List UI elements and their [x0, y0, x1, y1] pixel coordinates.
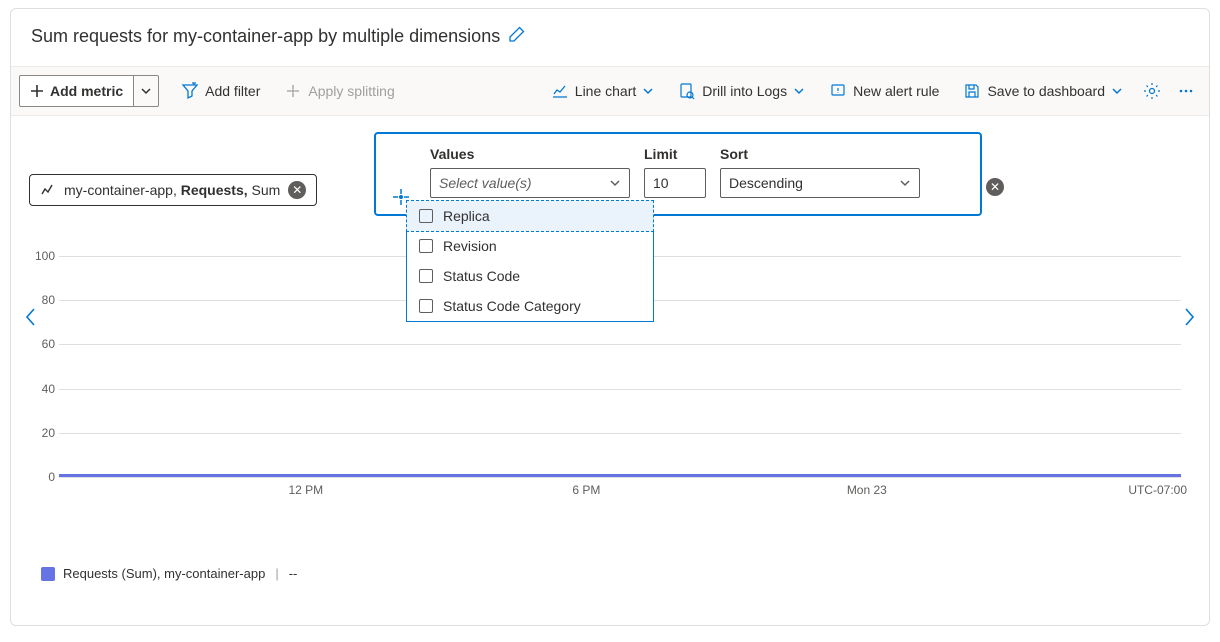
legend: Requests (Sum), my-container-app | -- — [41, 566, 297, 581]
y-tick: 20 — [29, 426, 55, 440]
metric-pill[interactable]: my-container-app, Requests, Sum ✕ — [29, 174, 317, 206]
legend-swatch — [41, 567, 55, 581]
limit-input[interactable] — [644, 168, 706, 198]
more-icon — [1177, 82, 1195, 100]
split-icon — [284, 82, 302, 100]
metric-agg: Sum — [252, 182, 281, 198]
metric-scope: my-container-app, — [64, 182, 177, 198]
series-line — [59, 474, 1181, 477]
drill-logs-button[interactable]: Drill into Logs — [668, 75, 815, 107]
values-option[interactable]: Replica — [406, 200, 654, 232]
legend-series: Requests (Sum), my-container-app — [63, 566, 265, 581]
checkbox-icon — [419, 269, 433, 283]
values-dropdown: Replica Revision Status Code Status Code… — [406, 200, 654, 322]
values-option[interactable]: Status Code — [407, 261, 653, 291]
line-chart-icon — [551, 82, 569, 100]
x-tick: 6 PM — [572, 483, 600, 497]
checkbox-icon — [419, 209, 433, 223]
metrics-card: Sum requests for my-container-app by mul… — [10, 8, 1210, 626]
logs-icon — [678, 82, 696, 100]
y-tick: 60 — [29, 337, 55, 351]
legend-value: -- — [289, 566, 298, 581]
add-metric-caret[interactable] — [134, 75, 159, 107]
checkbox-icon — [419, 239, 433, 253]
chevron-down-icon — [609, 177, 621, 189]
values-label: Values — [430, 146, 630, 162]
save-dashboard-button[interactable]: Save to dashboard — [953, 75, 1133, 107]
x-tick: 12 PM — [288, 483, 323, 497]
remove-split-icon[interactable]: ✕ — [986, 178, 1004, 196]
apply-splitting-button: Apply splitting — [274, 75, 404, 107]
filter-icon — [181, 82, 199, 100]
add-metric-button[interactable]: Add metric — [19, 75, 134, 107]
settings-button[interactable] — [1137, 75, 1167, 107]
y-tick: 0 — [29, 470, 55, 484]
new-alert-button[interactable]: New alert rule — [819, 75, 949, 107]
chevron-left-icon — [24, 306, 38, 328]
values-option[interactable]: Status Code Category — [407, 291, 653, 321]
prev-arrow[interactable] — [21, 301, 41, 333]
gear-icon — [1143, 82, 1161, 100]
chevron-down-icon — [899, 177, 911, 189]
save-icon — [963, 82, 981, 100]
more-button[interactable] — [1171, 75, 1201, 107]
plus-icon — [30, 84, 44, 98]
chevron-right-icon — [1182, 306, 1196, 328]
checkbox-icon — [419, 299, 433, 313]
timezone-label: UTC-07:00 — [1128, 483, 1187, 497]
chevron-down-icon — [793, 85, 805, 97]
sort-label: Sort — [720, 146, 920, 162]
sort-select[interactable]: Descending — [720, 168, 920, 198]
chevron-down-icon — [140, 85, 152, 97]
toolbar: Add metric Add filter Apply splitting Li… — [11, 66, 1209, 116]
chart-title: Sum requests for my-container-app by mul… — [31, 26, 500, 47]
values-select[interactable]: Select value(s) — [430, 168, 630, 198]
remove-metric-icon[interactable]: ✕ — [288, 181, 306, 199]
x-tick: Mon 23 — [847, 483, 887, 497]
line-chart-button[interactable]: Line chart — [541, 75, 664, 107]
next-arrow[interactable] — [1179, 301, 1199, 333]
metric-icon — [40, 182, 56, 198]
limit-label: Limit — [644, 146, 706, 162]
chevron-down-icon — [1111, 85, 1123, 97]
metric-name: Requests, — [181, 182, 248, 198]
alert-icon — [829, 82, 847, 100]
add-filter-button[interactable]: Add filter — [171, 75, 270, 107]
chevron-down-icon — [642, 85, 654, 97]
values-option[interactable]: Revision — [407, 231, 653, 261]
y-tick: 40 — [29, 382, 55, 396]
chart-area: my-container-app, Requests, Sum ✕ Values… — [11, 116, 1209, 625]
edit-title-icon[interactable] — [508, 25, 526, 48]
y-tick: 100 — [29, 249, 55, 263]
title-row: Sum requests for my-container-app by mul… — [11, 9, 1209, 66]
